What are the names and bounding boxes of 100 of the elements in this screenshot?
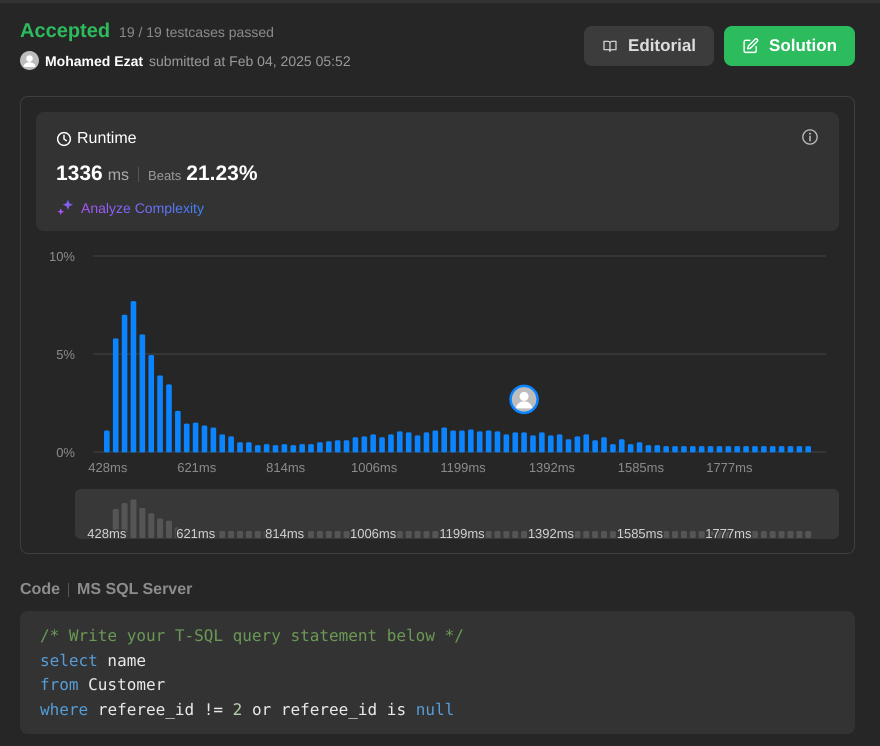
bar bbox=[326, 441, 332, 452]
bar bbox=[441, 428, 447, 452]
bar bbox=[334, 440, 340, 452]
code-line: select name bbox=[40, 650, 146, 672]
code-label: Code bbox=[20, 581, 60, 599]
axis-label: 1199ms bbox=[440, 460, 486, 475]
bar bbox=[254, 445, 261, 452]
axis-label: 1392ms bbox=[528, 526, 574, 539]
bar bbox=[628, 444, 634, 452]
sparkle-icon bbox=[56, 198, 75, 217]
axis-label: 1585ms bbox=[616, 526, 663, 539]
bar bbox=[317, 442, 323, 452]
bar bbox=[406, 432, 412, 452]
bar bbox=[486, 430, 492, 452]
bar bbox=[290, 445, 296, 452]
bar bbox=[726, 446, 732, 452]
bar bbox=[521, 432, 527, 452]
bar bbox=[512, 432, 518, 452]
bar bbox=[636, 442, 642, 452]
bar bbox=[601, 437, 607, 452]
bar bbox=[556, 434, 562, 452]
bar bbox=[414, 435, 420, 452]
bar bbox=[583, 434, 590, 452]
info-icon bbox=[801, 128, 819, 146]
bar bbox=[450, 430, 456, 452]
bar bbox=[716, 446, 722, 452]
axis-label: 621ms bbox=[177, 460, 216, 475]
runtime-unit: ms bbox=[108, 167, 130, 185]
overview-navigator[interactable]: 428ms 621ms 814ms 1006ms 1199ms 1392ms 1585ms 1777ms bbox=[75, 489, 839, 539]
axis-label: 1199ms bbox=[439, 526, 485, 539]
bar bbox=[796, 446, 802, 452]
bar bbox=[432, 430, 438, 452]
clock-icon bbox=[56, 131, 72, 147]
bar bbox=[530, 435, 536, 452]
bar bbox=[743, 446, 749, 452]
bar bbox=[663, 446, 669, 452]
bar bbox=[175, 410, 181, 452]
editorial-button[interactable]: Editorial bbox=[584, 26, 714, 66]
runtime-value: 1336 bbox=[56, 162, 103, 186]
bar bbox=[504, 434, 510, 452]
user-avatar-icon bbox=[509, 384, 539, 414]
bar bbox=[681, 446, 687, 452]
bar bbox=[690, 446, 696, 452]
bar bbox=[734, 446, 740, 452]
bar bbox=[566, 439, 572, 452]
bar bbox=[752, 446, 758, 452]
bar bbox=[104, 430, 110, 452]
bar bbox=[264, 444, 270, 452]
bar bbox=[708, 446, 714, 452]
bar bbox=[761, 446, 767, 452]
edit-icon bbox=[742, 36, 760, 56]
bar bbox=[654, 445, 660, 452]
bar bbox=[202, 426, 208, 452]
bar bbox=[282, 444, 288, 452]
runtime-title: Runtime bbox=[77, 130, 137, 148]
bar bbox=[308, 444, 314, 452]
testcases-text: 19 / 19 testcases passed bbox=[119, 24, 274, 40]
bar bbox=[424, 432, 430, 452]
bar bbox=[344, 440, 350, 452]
status-label: Accepted bbox=[20, 20, 110, 43]
bar bbox=[352, 437, 358, 452]
bar bbox=[379, 437, 385, 452]
axis-label: 814ms bbox=[265, 526, 304, 539]
bar bbox=[272, 445, 278, 452]
axis-label: 1777ms bbox=[706, 460, 752, 475]
axis-label: 814ms bbox=[266, 460, 306, 475]
bar bbox=[299, 444, 305, 452]
bar bbox=[548, 435, 554, 452]
code-line: from Customer bbox=[40, 674, 166, 696]
bar bbox=[770, 446, 776, 452]
axis-label: 1585ms bbox=[618, 460, 664, 475]
bar bbox=[459, 430, 465, 452]
bar bbox=[476, 431, 483, 452]
bar bbox=[778, 446, 784, 452]
axis-label: 1392ms bbox=[528, 460, 576, 475]
bar bbox=[805, 446, 812, 452]
user-name[interactable]: Mohamed Ezat bbox=[45, 52, 144, 68]
bar bbox=[539, 432, 545, 452]
beats-label: Beats bbox=[148, 168, 182, 183]
bar bbox=[246, 442, 252, 452]
bar bbox=[210, 428, 216, 452]
bar bbox=[228, 436, 234, 452]
axis-label: 1777ms bbox=[705, 526, 752, 539]
axis-label: 5% bbox=[56, 347, 75, 362]
bar bbox=[672, 446, 678, 452]
avatar-icon bbox=[20, 51, 39, 70]
axis-label: 621ms bbox=[176, 526, 216, 539]
bar bbox=[388, 434, 394, 452]
code-line: where referee_id != 2 or referee_id is null bbox=[40, 698, 454, 721]
bar bbox=[698, 446, 704, 452]
beats-value: 21.23% bbox=[186, 162, 258, 186]
bar bbox=[219, 434, 226, 452]
bar bbox=[618, 439, 625, 452]
bar bbox=[592, 440, 598, 452]
bar bbox=[494, 431, 500, 452]
axis-label: 1006ms bbox=[351, 460, 398, 475]
bar bbox=[397, 431, 403, 452]
bar bbox=[646, 445, 652, 452]
axis-label: 0% bbox=[56, 445, 75, 460]
axis-label: 1006ms bbox=[350, 526, 396, 539]
